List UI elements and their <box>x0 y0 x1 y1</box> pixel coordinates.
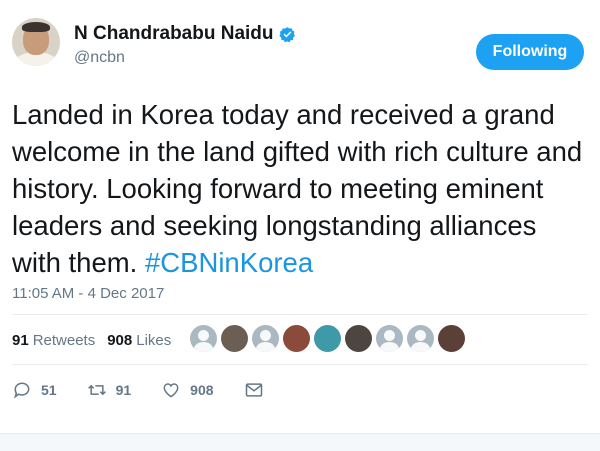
reply-area <box>0 433 600 451</box>
engagement-stats: 91 Retweets 908 Likes <box>12 332 183 349</box>
following-button[interactable]: Following <box>476 34 584 70</box>
likes-count: 908 <box>107 332 133 349</box>
reply-button[interactable]: 51 <box>12 380 57 400</box>
retweet-count: 91 <box>115 382 132 398</box>
retweet-icon <box>87 384 106 396</box>
like-button[interactable]: 908 <box>161 380 214 400</box>
name-row: N Chandrababu Naidu <box>74 23 296 45</box>
user-handle[interactable]: @ncbn <box>74 49 125 67</box>
engager-avatar[interactable] <box>252 325 279 352</box>
tweet-timestamp[interactable]: 11:05 AM - 4 Dec 2017 <box>12 285 164 302</box>
engager-avatar[interactable] <box>190 325 217 352</box>
engager-avatar[interactable] <box>345 325 372 352</box>
hashtag-link[interactable]: #CBNinKorea <box>145 247 313 278</box>
like-icon <box>163 383 179 398</box>
like-count: 908 <box>190 382 214 398</box>
engager-avatar[interactable] <box>407 325 434 352</box>
user-name[interactable]: N Chandrababu Naidu <box>74 23 274 45</box>
engager-avatars <box>190 325 469 352</box>
retweet-button[interactable]: 91 <box>87 380 132 400</box>
tweet-header: N Chandrababu Naidu @ncbn Following <box>12 18 588 80</box>
likes-stat[interactable]: 908 Likes <box>107 332 171 349</box>
retweets-count: 91 <box>12 332 29 349</box>
divider <box>12 364 588 365</box>
engager-avatar[interactable] <box>221 325 248 352</box>
engager-avatar[interactable] <box>283 325 310 352</box>
engager-avatar[interactable] <box>314 325 341 352</box>
verified-badge-icon <box>278 26 295 42</box>
reply-count: 51 <box>41 382 57 398</box>
message-button[interactable] <box>244 380 273 400</box>
engager-avatar[interactable] <box>376 325 403 352</box>
avatar[interactable] <box>12 18 60 66</box>
engager-avatar[interactable] <box>438 325 465 352</box>
retweets-label: Retweets <box>32 332 96 349</box>
message-icon <box>245 383 262 397</box>
tweet-actions: 51 91 908 <box>12 380 303 400</box>
retweets-stat[interactable]: 91 Retweets <box>12 332 95 349</box>
likes-label: Likes <box>136 332 172 349</box>
divider <box>12 314 588 315</box>
tweet-text: Landed in Korea today and received a gra… <box>12 96 592 281</box>
reply-icon <box>13 382 30 399</box>
